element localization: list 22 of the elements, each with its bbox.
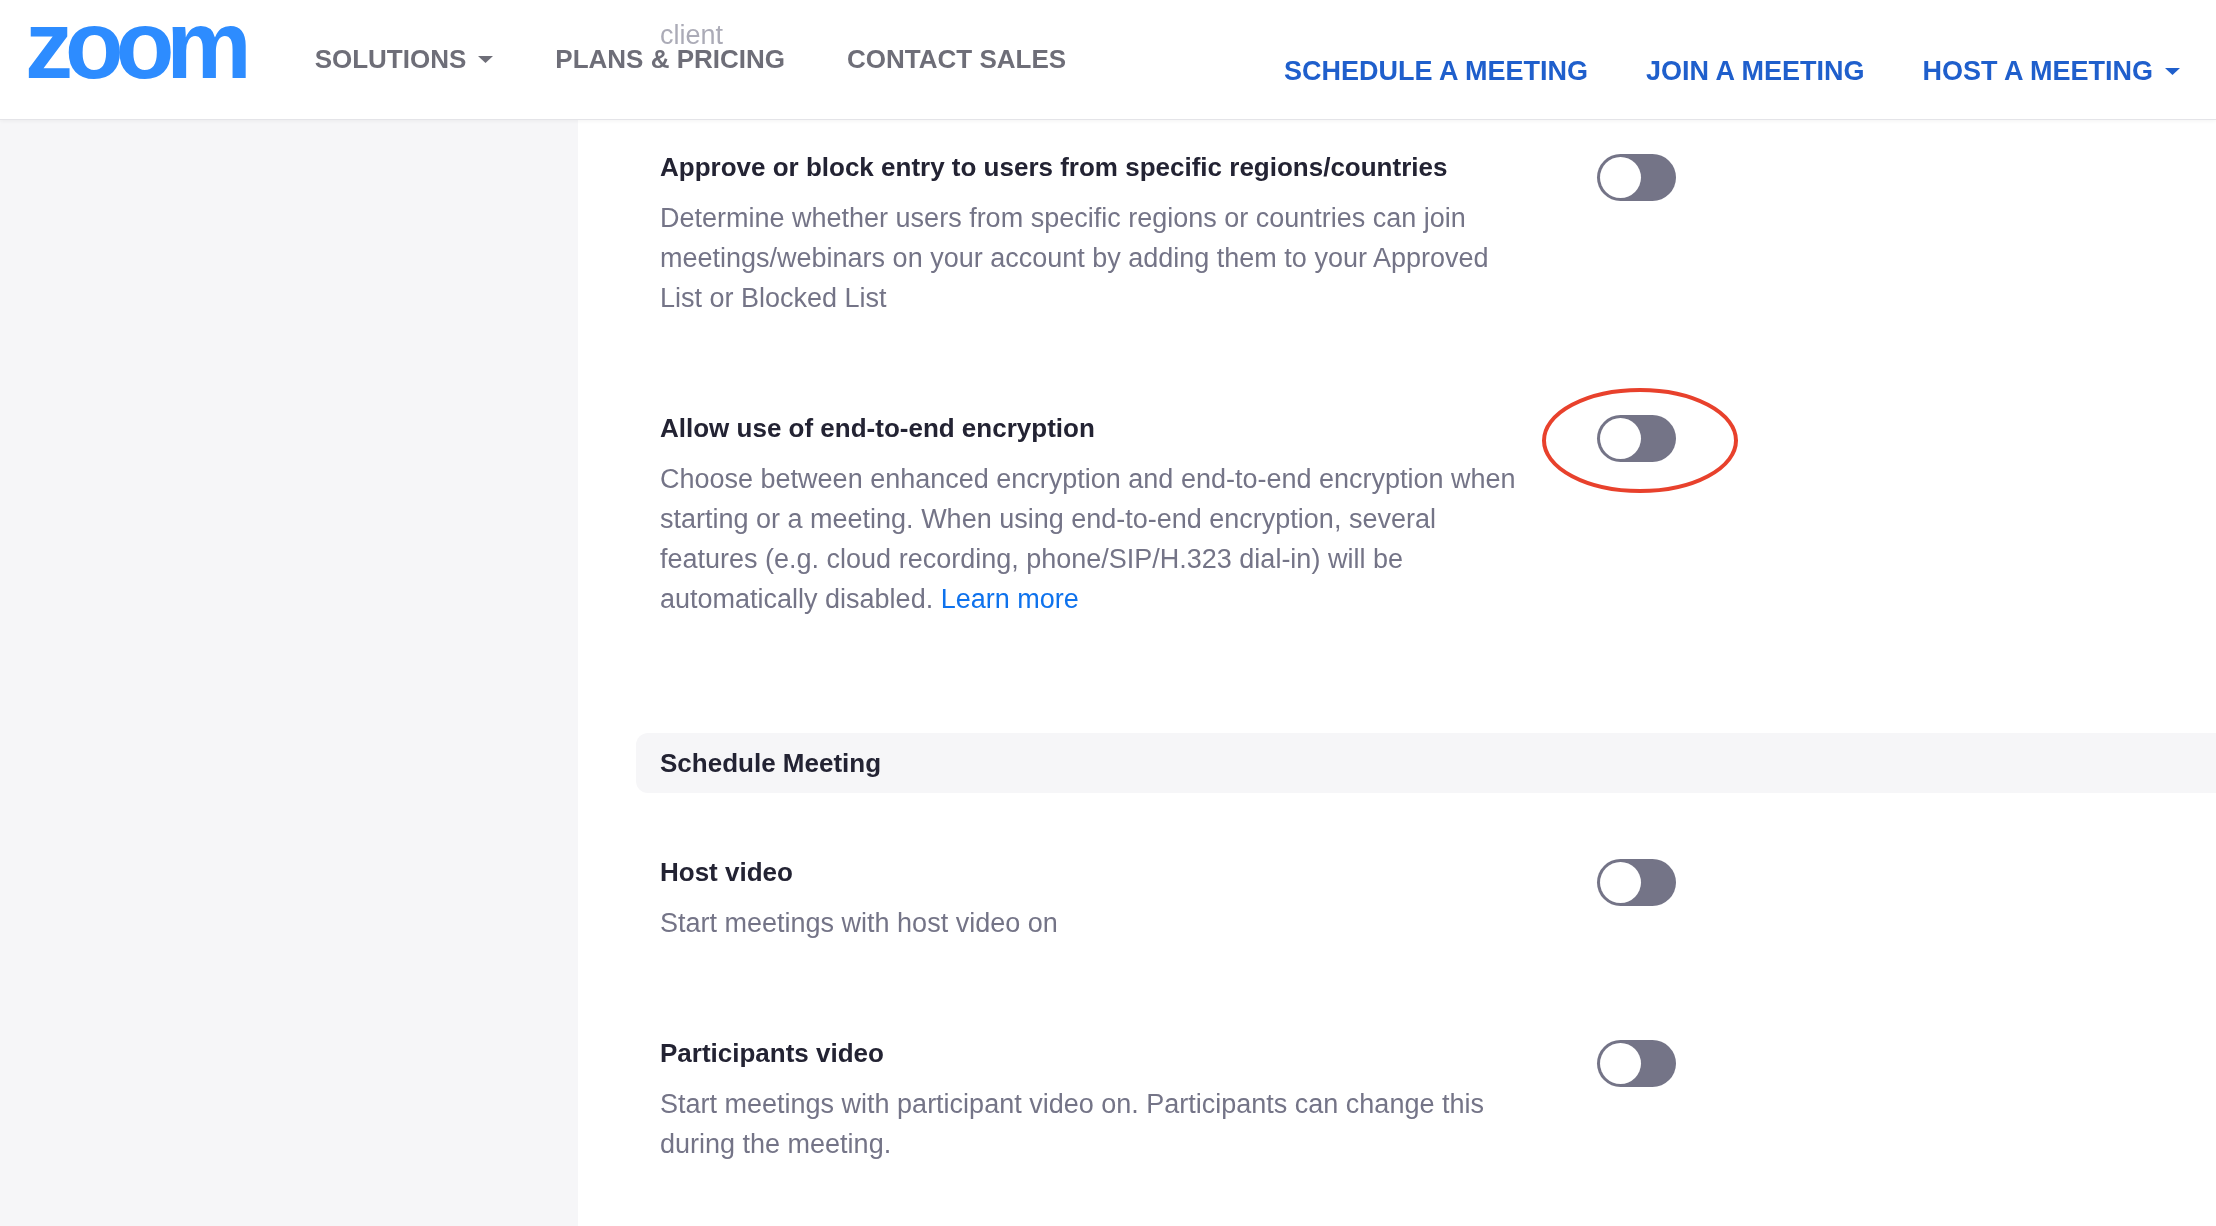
toggle-switch[interactable] (1597, 415, 1676, 462)
toggle-switch[interactable] (1597, 1040, 1676, 1087)
nav-link[interactable]: SCHEDULE A MEETING (1283, 60, 1588, 82)
setting-description: Start meetings with participant video on. Participants can change this during the meeting. (660, 1088, 1485, 1161)
nav-link[interactable]: HOST A MEETING (1922, 60, 2180, 82)
toggle-switch[interactable] (1597, 154, 1676, 201)
nav-link[interactable]: CONTACT SALES (847, 48, 1067, 70)
learn-more-link[interactable]: Learn more (940, 584, 1079, 614)
setting-title: Host video (660, 856, 793, 889)
nav-link[interactable]: PLANS & PRICING (555, 48, 785, 70)
setting-description: Determine whether users from specific regions or countries can join meetings/webinars on your account by adding them to your Approved List or Blocked List (660, 202, 1490, 315)
setting-title: Participants video (660, 1037, 884, 1070)
setting-description: client (660, 22, 724, 48)
logo[interactable]: zoom (25, 10, 244, 80)
setting-title: Approve or block entry to users from specific regions/countries (660, 151, 1448, 184)
nav-link[interactable]: SOLUTIONS (314, 48, 494, 70)
toggle-switch[interactable] (1597, 859, 1676, 906)
setting-description: Start meetings with host video on (660, 907, 1059, 940)
setting-description: Choose between enhanced encryption and end-to-end encryption when starting or a meeting. When using end-to-end encryption, several features (e.g. cloud recording, phone/SIP/H.323 dial-in) will be automatically disabled. Learn more (660, 463, 1517, 616)
setting-title: Allow use of end-to-end encryption (660, 412, 1095, 445)
section-heading: Schedule Meeting (636, 733, 2216, 793)
nav-link[interactable]: JOIN A MEETING (1645, 60, 1865, 82)
